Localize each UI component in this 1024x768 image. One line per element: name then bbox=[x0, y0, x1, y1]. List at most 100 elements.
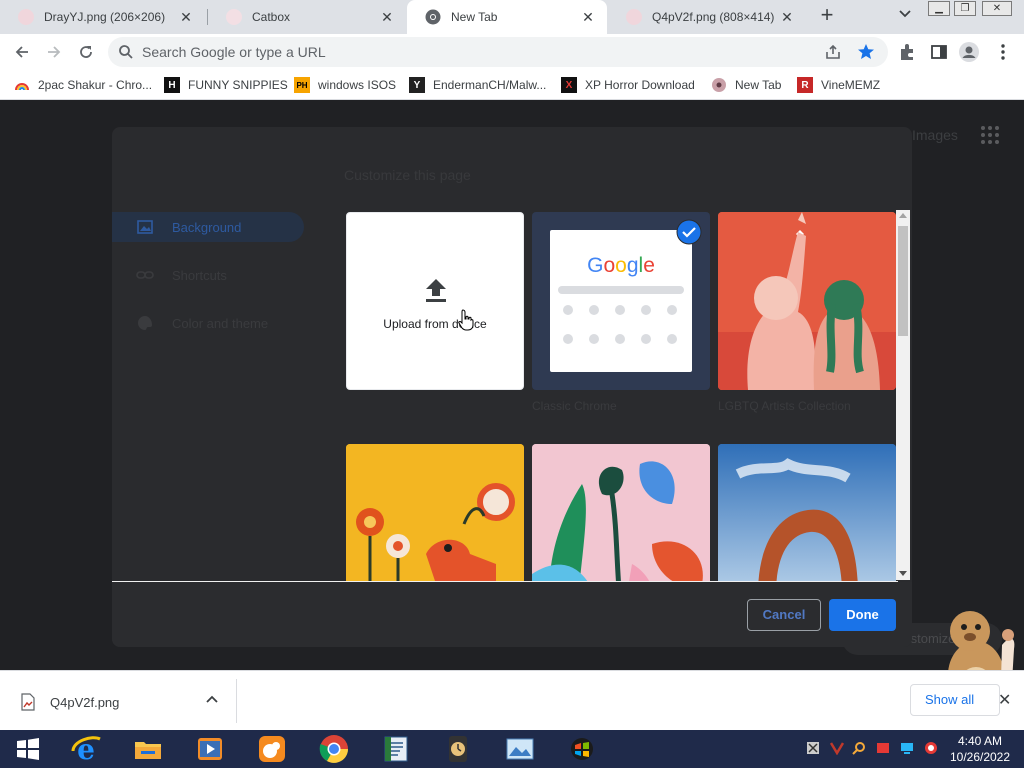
bookmark-label: XP Horror Download bbox=[585, 78, 695, 92]
document-viewer-icon[interactable] bbox=[380, 733, 412, 765]
windows-start-icon[interactable] bbox=[12, 733, 44, 765]
rainbow-icon bbox=[14, 77, 30, 93]
clock-date: 10/26/2022 bbox=[949, 750, 1011, 764]
scroll-up-arrow-icon[interactable] bbox=[899, 213, 907, 218]
tile-label-lgbtq: LGBTQ Artists Collection bbox=[718, 399, 851, 413]
share-icon[interactable] bbox=[824, 43, 842, 61]
upload-icon bbox=[426, 279, 446, 302]
close-tab-icon[interactable]: ✕ bbox=[577, 9, 599, 26]
tile-label-classic-chrome: Classic Chrome bbox=[532, 399, 617, 413]
minimize-window-button[interactable]: ▁ bbox=[928, 1, 950, 16]
classic-chrome-preview: Google bbox=[550, 230, 692, 372]
bookmark-label: New Tab bbox=[735, 78, 782, 92]
ph-logo-icon: PH bbox=[294, 77, 310, 93]
photo-viewer-icon[interactable] bbox=[504, 733, 536, 765]
profile-avatar-icon[interactable] bbox=[958, 41, 980, 63]
clock-app-icon[interactable] bbox=[442, 733, 474, 765]
bookmark-endermanch[interactable]: Y EndermanCH/Malw... bbox=[409, 76, 546, 94]
bookmark-new-tab[interactable]: New Tab bbox=[711, 76, 781, 94]
tray-flag-icon[interactable] bbox=[876, 741, 890, 755]
tray-volume-icon[interactable] bbox=[924, 741, 938, 755]
tray-virus-icon[interactable] bbox=[830, 741, 844, 755]
sidebar-item-color-theme[interactable]: Color and theme bbox=[112, 308, 304, 338]
scrollbar-thumb[interactable] bbox=[898, 226, 908, 336]
taskbar-clock[interactable]: 4:40 AM 10/26/2022 bbox=[940, 733, 1020, 765]
image-icon bbox=[137, 220, 153, 234]
new-tab-page: Images Customize Customize this page Bac… bbox=[0, 101, 1024, 728]
uc-browser-icon[interactable] bbox=[256, 733, 288, 765]
sidebar-item-label: Shortcuts bbox=[172, 267, 227, 283]
dialog-scrollbar[interactable] bbox=[896, 210, 910, 580]
bookmark-label: VineMEMZ bbox=[821, 78, 881, 92]
cat-favicon-icon bbox=[226, 9, 242, 25]
back-arrow-icon[interactable] bbox=[10, 40, 34, 64]
background-grid: Upload from device Google Classic Chrome bbox=[342, 209, 898, 581]
bookmark-windows-isos[interactable]: PH windows ISOS bbox=[294, 76, 396, 94]
chevron-up-icon[interactable] bbox=[203, 691, 221, 709]
plants-art-tile[interactable] bbox=[532, 444, 710, 581]
reload-icon[interactable] bbox=[74, 40, 98, 64]
address-input[interactable] bbox=[142, 37, 782, 67]
tab-new-tab[interactable]: New Tab ✕ bbox=[407, 0, 607, 34]
chrome-favicon-icon bbox=[425, 9, 441, 25]
lgbtq-artists-tile[interactable] bbox=[718, 212, 896, 390]
forward-arrow-icon[interactable] bbox=[42, 40, 66, 64]
windows-logo-app-icon[interactable] bbox=[566, 733, 598, 765]
fake-searchbox bbox=[558, 286, 684, 294]
internet-explorer-icon[interactable]: e bbox=[70, 733, 102, 765]
disc-icon bbox=[711, 77, 727, 93]
new-tab-button[interactable]: + bbox=[816, 4, 838, 27]
tab-q4pv2f[interactable]: Q4pV2f.png (808×414) ✕ bbox=[608, 0, 806, 34]
sidebar-item-shortcuts[interactable]: Shortcuts bbox=[112, 260, 304, 290]
flowers-artwork-image bbox=[346, 444, 524, 581]
tray-network-icon[interactable] bbox=[900, 741, 914, 755]
tab-search-chevron-icon[interactable] bbox=[894, 7, 916, 27]
classic-chrome-tile[interactable]: Google bbox=[532, 212, 710, 390]
tray-app-icon[interactable] bbox=[806, 741, 820, 755]
chrome-taskbar-icon[interactable] bbox=[318, 733, 350, 765]
image-favicon-icon bbox=[18, 9, 34, 25]
flowers-dino-tile[interactable] bbox=[346, 444, 524, 581]
sidebar-item-background[interactable]: Background bbox=[112, 212, 304, 242]
r-logo-icon: R bbox=[797, 77, 813, 93]
h-letter-icon: H bbox=[164, 77, 180, 93]
done-button[interactable]: Done bbox=[829, 599, 896, 631]
bookmarks-bar: 2pac Shakur - Chro... H FUNNY SNIPPIES P… bbox=[0, 70, 1024, 100]
lgbtq-artwork-image bbox=[718, 212, 896, 390]
upload-from-device-tile[interactable]: Upload from device bbox=[346, 212, 524, 390]
close-tab-icon[interactable]: ✕ bbox=[776, 9, 798, 26]
restore-window-button[interactable]: ❐ bbox=[954, 1, 976, 16]
close-shelf-icon[interactable]: ✕ bbox=[998, 690, 1011, 710]
images-link[interactable]: Images bbox=[912, 127, 958, 143]
bookmark-funny-snippies[interactable]: H FUNNY SNIPPIES bbox=[164, 76, 288, 94]
download-shelf: Q4pV2f.png Show all ✕ bbox=[0, 670, 1024, 730]
hand-cursor-icon bbox=[458, 309, 474, 331]
download-file-name: Q4pV2f.png bbox=[50, 694, 120, 710]
close-window-button[interactable]: ✕ bbox=[982, 1, 1012, 16]
bookmark-vinememz[interactable]: R VineMEMZ bbox=[797, 76, 880, 94]
tab-catbox[interactable]: Catbox ✕ bbox=[208, 0, 406, 34]
side-panel-icon[interactable] bbox=[928, 41, 950, 63]
file-explorer-icon[interactable] bbox=[132, 733, 164, 765]
apps-grid-icon[interactable] bbox=[980, 125, 1000, 145]
selected-check-icon bbox=[676, 219, 702, 245]
tray-search-icon[interactable] bbox=[852, 741, 866, 755]
tab-title: Q4pV2f.png (808×414) bbox=[652, 10, 775, 24]
sidebar-item-label: Color and theme bbox=[172, 315, 269, 331]
bookmark-2pac[interactable]: 2pac Shakur - Chro... bbox=[14, 76, 152, 94]
bookmark-xp-horror[interactable]: X XP Horror Download bbox=[561, 76, 695, 94]
download-item[interactable]: Q4pV2f.png bbox=[20, 693, 119, 711]
address-bar[interactable] bbox=[108, 37, 888, 67]
scroll-down-arrow-icon[interactable] bbox=[899, 571, 907, 576]
close-tab-icon[interactable]: ✕ bbox=[175, 9, 197, 26]
tab-drayyj[interactable]: DrayYJ.png (206×206) ✕ bbox=[0, 0, 205, 34]
tab-title: Catbox bbox=[252, 10, 291, 24]
cancel-button[interactable]: Cancel bbox=[747, 599, 821, 631]
menu-kebab-icon[interactable] bbox=[992, 41, 1014, 63]
close-tab-icon[interactable]: ✕ bbox=[376, 9, 398, 26]
arch-landscape-tile[interactable] bbox=[718, 444, 896, 581]
show-all-button[interactable]: Show all bbox=[910, 684, 1000, 716]
bookmark-star-icon[interactable] bbox=[856, 42, 876, 62]
extensions-puzzle-icon[interactable] bbox=[896, 41, 918, 63]
media-player-icon[interactable] bbox=[194, 733, 226, 765]
